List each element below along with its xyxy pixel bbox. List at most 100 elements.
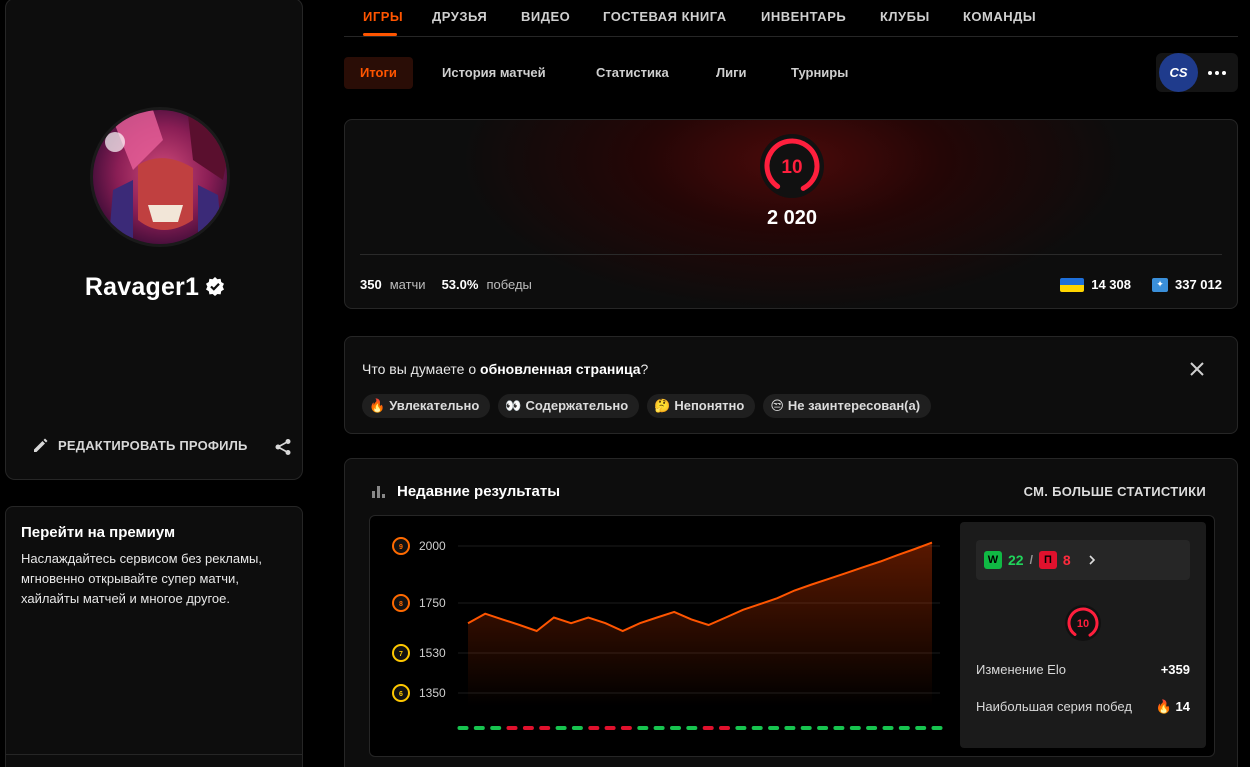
win-streak-value: 🔥 14	[1155, 699, 1190, 714]
match-stats: 350 матчи 53.0% победы	[360, 277, 540, 292]
win-streak-row: Наибольшая серия побед 🔥 14	[976, 699, 1190, 715]
tab-video[interactable]: ВИДЕО	[521, 9, 570, 24]
elo-change-row: Изменение Elo +359	[976, 662, 1190, 677]
match-win-marker[interactable]	[866, 726, 878, 730]
match-win-marker[interactable]	[898, 726, 910, 730]
match-win-marker[interactable]	[735, 726, 747, 730]
feedback-option-label: Не заинтересован(а)	[787, 398, 921, 413]
fire-emoji-icon: 🔥	[369, 398, 386, 413]
subtab-leagues[interactable]: Лиги	[716, 57, 747, 89]
match-win-marker[interactable]	[555, 726, 567, 730]
match-win-marker[interactable]	[833, 726, 845, 730]
match-loss-marker[interactable]	[620, 726, 632, 730]
level-tick-number: 6	[399, 691, 403, 698]
tab-friends[interactable]: ДРУЗЬЯ	[432, 9, 487, 24]
wins-count: 22	[1008, 552, 1024, 568]
close-icon[interactable]	[1187, 359, 1207, 379]
y-tick-label: 1350	[419, 686, 446, 700]
see-more-stats-link[interactable]: СМ. БОЛЬШЕ СТАТИСТИКИ	[1024, 484, 1206, 499]
match-win-marker[interactable]	[849, 726, 861, 730]
match-win-marker[interactable]	[571, 726, 583, 730]
tab-clubs[interactable]: КЛУБЫ	[880, 9, 930, 24]
rankings[interactable]: 14 308 ✦ 337 012	[1060, 277, 1222, 292]
match-loss-marker[interactable]	[522, 726, 534, 730]
pencil-icon	[34, 438, 48, 452]
match-loss-marker[interactable]	[506, 726, 518, 730]
match-win-marker[interactable]	[473, 726, 485, 730]
match-win-marker[interactable]	[931, 726, 943, 730]
bar-chart-icon	[372, 486, 385, 498]
more-options-icon[interactable]	[1208, 71, 1226, 75]
match-win-marker[interactable]	[784, 726, 796, 730]
game-selector[interactable]: CS	[1156, 53, 1238, 92]
feedback-option-label: Увлекательно	[389, 398, 480, 413]
match-loss-marker[interactable]	[539, 726, 551, 730]
subtab-match-history[interactable]: История матчей	[442, 57, 546, 89]
wins-label: победы	[486, 277, 532, 292]
edit-profile-label: РЕДАКТИРОВАТЬ ПРОФИЛЬ	[58, 437, 248, 453]
feedback-option-label: Содержательно	[525, 398, 629, 413]
premium-card[interactable]: Перейти на премиум Наслаждайтесь сервисо…	[5, 506, 303, 767]
match-win-marker[interactable]	[490, 726, 502, 730]
tab-teams[interactable]: КОМАНДЫ	[963, 9, 1036, 24]
recent-results-title: Недавние результаты	[397, 483, 561, 500]
losses-count: 8	[1062, 552, 1071, 568]
subtab-tournaments[interactable]: Турниры	[791, 57, 848, 89]
match-loss-marker[interactable]	[702, 726, 714, 730]
tab-inventory[interactable]: ИНВЕНТАРЬ	[761, 9, 846, 24]
username: Ravager1	[6, 273, 304, 302]
eyes-emoji-icon: 👀	[505, 398, 522, 413]
match-win-marker[interactable]	[686, 726, 698, 730]
match-win-marker[interactable]	[768, 726, 780, 730]
avatar[interactable]	[90, 107, 230, 247]
chevron-right-icon	[1089, 555, 1095, 565]
matches-count: 350	[360, 277, 382, 292]
country-rank: 14 308	[1091, 277, 1131, 292]
level-small-badge-icon: 10	[1065, 605, 1101, 641]
match-win-marker[interactable]	[670, 726, 681, 730]
tab-guestbook[interactable]: ГОСТЕВАЯ КНИГА	[603, 9, 727, 24]
level-small-number: 10	[1077, 618, 1089, 630]
feedback-option-exciting[interactable]: 🔥 Увлекательно	[362, 394, 491, 418]
cs-game-icon[interactable]: CS	[1159, 53, 1198, 92]
match-win-marker[interactable]	[915, 726, 927, 730]
feedback-card: Что вы думаете о обновленная страница? 🔥…	[344, 336, 1238, 434]
feedback-option-label: Непонятно	[674, 398, 745, 413]
premium-text: Наслаждайтесь сервисом без рекламы, мгно…	[21, 551, 263, 606]
elo-change-label: Изменение Elo	[976, 662, 1066, 677]
subtab-summary[interactable]: Итоги	[344, 57, 413, 89]
losses-badge: П	[1038, 551, 1057, 569]
wl-separator: /	[1029, 553, 1033, 567]
active-tab-indicator	[363, 33, 397, 36]
win-loss-summary[interactable]: W 22 / П 8	[976, 540, 1190, 580]
match-win-marker[interactable]	[637, 726, 649, 730]
match-loss-marker[interactable]	[588, 726, 600, 730]
recent-results-card: Недавние результаты СМ. БОЛЬШЕ СТАТИСТИК…	[344, 458, 1238, 767]
match-loss-marker[interactable]	[604, 726, 616, 730]
y-tick-label: 1530	[419, 646, 446, 660]
region-flag-icon: ✦	[1152, 277, 1168, 292]
share-icon[interactable]	[274, 438, 292, 456]
premium-divider	[6, 754, 302, 755]
feedback-option-confusing[interactable]: 🤔 Непонятно	[647, 394, 756, 418]
match-loss-marker[interactable]	[719, 726, 730, 730]
matches-label: матчи	[389, 277, 426, 292]
match-win-marker[interactable]	[817, 726, 829, 730]
edit-profile-card: РЕДАКТИРОВАТЬ ПРОФИЛЬ	[5, 398, 303, 480]
match-win-marker[interactable]	[653, 726, 665, 730]
feedback-option-informative[interactable]: 👀 Содержательно	[498, 394, 640, 418]
results-summary-panel: W 22 / П 8 10 Изменение Elo +359 Наиболь…	[960, 522, 1206, 748]
match-win-marker[interactable]	[457, 726, 469, 730]
y-tick-label: 1750	[419, 596, 446, 610]
feedback-option-not-interested[interactable]: 😒 Не заинтересован(а)	[763, 394, 932, 418]
match-win-marker[interactable]	[800, 726, 812, 730]
level-tick-number: 9	[399, 544, 403, 551]
tab-games[interactable]: ИГРЫ	[363, 9, 403, 24]
match-win-marker[interactable]	[751, 726, 763, 730]
username-text: Ravager1	[84, 273, 200, 301]
edit-profile-button[interactable]: РЕДАКТИРОВАТЬ ПРОФИЛЬ	[32, 436, 248, 454]
level-card: 10 2 020 350 матчи 53.0% победы 14 308 ✦…	[344, 119, 1238, 309]
subtab-statistics[interactable]: Статистика	[596, 57, 669, 89]
win-streak-number: 14	[1175, 699, 1190, 714]
match-win-marker[interactable]	[882, 726, 894, 730]
